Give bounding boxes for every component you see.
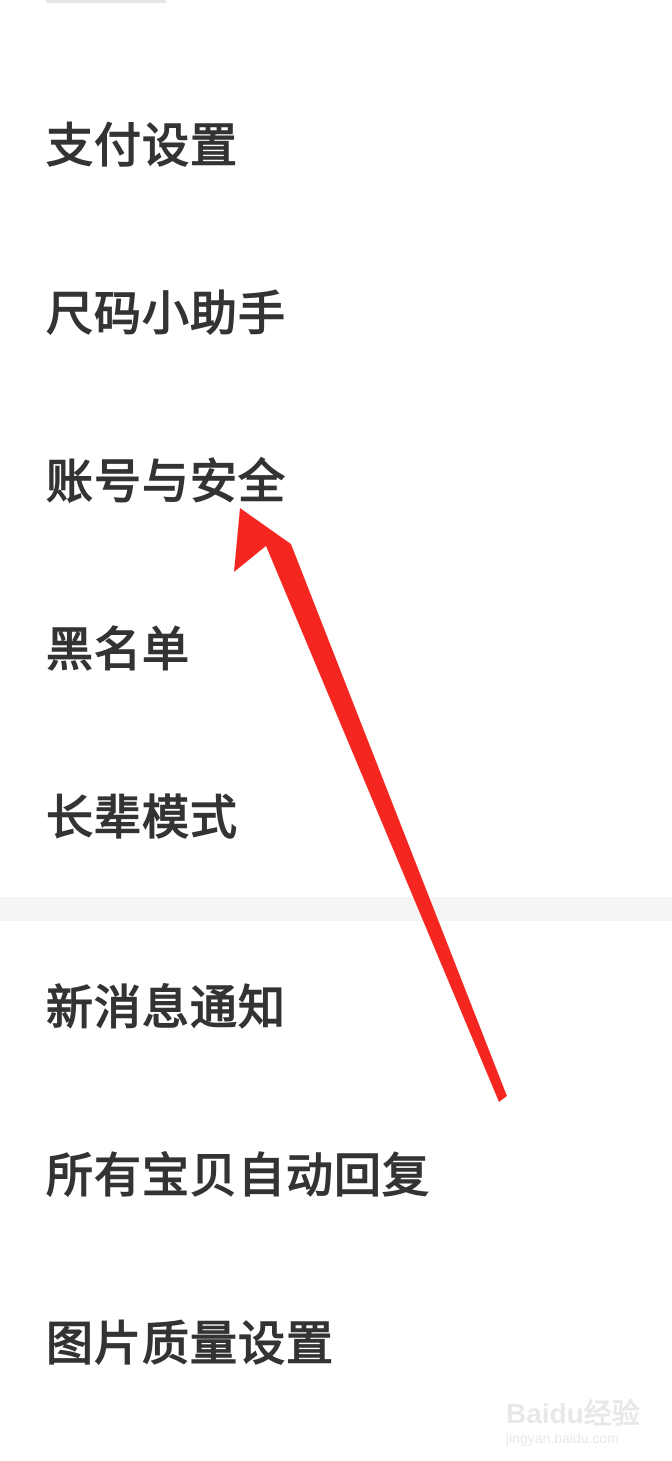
settings-item-message-notification[interactable]: 新消息通知 — [0, 924, 672, 1092]
watermark-subtext: jingyan.baidu.com — [506, 1430, 619, 1446]
settings-item-label: 账号与安全 — [46, 454, 286, 510]
baidu-jingyan-watermark: Baidu经验 jingyan.baidu.com — [506, 1392, 640, 1450]
settings-item-label: 所有宝贝自动回复 — [46, 1148, 430, 1204]
settings-item-label: 支付设置 — [46, 118, 238, 174]
settings-item-payment[interactable]: 支付设置 — [0, 62, 672, 230]
section-divider — [0, 897, 672, 921]
settings-item-blacklist[interactable]: 黑名单 — [0, 566, 672, 734]
settings-item-label: 新消息通知 — [46, 980, 286, 1036]
settings-item-label: 黑名单 — [46, 622, 190, 678]
settings-item-size-assistant[interactable]: 尺码小助手 — [0, 230, 672, 398]
settings-item-account-security[interactable]: 账号与安全 — [0, 398, 672, 566]
settings-page: 支付设置 尺码小助手 账号与安全 黑名单 长辈模式 新消息通知 所有宝贝自动回复… — [0, 0, 672, 1461]
settings-item-auto-reply[interactable]: 所有宝贝自动回复 — [0, 1092, 672, 1260]
watermark-logo: Baidu经验 — [506, 1398, 640, 1429]
settings-item-elder-mode[interactable]: 长辈模式 — [0, 734, 672, 902]
settings-item-label: 图片质量设置 — [46, 1316, 334, 1372]
settings-item-label: 长辈模式 — [46, 790, 238, 846]
clipped-previous-item — [46, 0, 246, 6]
settings-item-label: 尺码小助手 — [46, 286, 286, 342]
